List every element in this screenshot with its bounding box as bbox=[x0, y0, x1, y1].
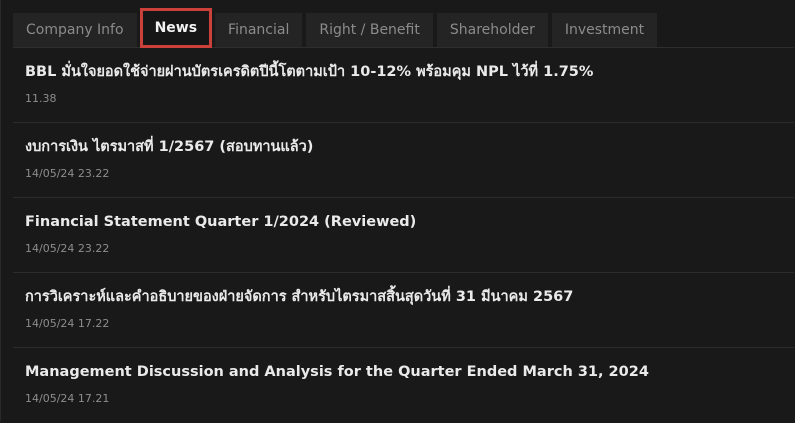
tab-bar: Company Info News Financial Right / Bene… bbox=[13, 8, 794, 48]
news-item[interactable]: BBL มั่นใจยอดใช้จ่ายผ่านบัตรเครดิตปีนี้โ… bbox=[13, 48, 794, 123]
news-timestamp: 14/05/24 23.22 bbox=[25, 167, 110, 180]
tab-investment[interactable]: Investment bbox=[551, 13, 658, 47]
tab-financial[interactable]: Financial bbox=[215, 13, 303, 47]
tab-news[interactable]: News bbox=[139, 8, 213, 48]
news-item[interactable]: Management Discussion and Analysis for t… bbox=[13, 348, 794, 423]
news-panel: Company Info News Financial Right / Bene… bbox=[0, 0, 795, 421]
news-headline[interactable]: การวิเคราะห์และคำอธิบายของฝ่ายจัดการ สำห… bbox=[25, 287, 794, 307]
news-headline[interactable]: Management Discussion and Analysis for t… bbox=[25, 362, 794, 382]
news-item[interactable]: งบการเงิน ไตรมาสที่ 1/2567 (สอบทานแล้ว) … bbox=[13, 123, 794, 198]
news-headline[interactable]: Financial Statement Quarter 1/2024 (Revi… bbox=[25, 212, 794, 232]
tab-shareholder[interactable]: Shareholder bbox=[436, 13, 548, 47]
news-headline[interactable]: งบการเงิน ไตรมาสที่ 1/2567 (สอบทานแล้ว) bbox=[25, 137, 794, 157]
news-headline[interactable]: BBL มั่นใจยอดใช้จ่ายผ่านบัตรเครดิตปีนี้โ… bbox=[25, 62, 794, 82]
tab-right-benefit[interactable]: Right / Benefit bbox=[306, 13, 433, 47]
news-timestamp: 11.38 bbox=[25, 92, 57, 105]
tab-company-info[interactable]: Company Info bbox=[13, 13, 137, 47]
news-list: BBL มั่นใจยอดใช้จ่ายผ่านบัตรเครดิตปีนี้โ… bbox=[13, 48, 794, 423]
news-timestamp: 14/05/24 17.22 bbox=[25, 317, 110, 330]
news-timestamp: 14/05/24 23.22 bbox=[25, 242, 110, 255]
news-item[interactable]: การวิเคราะห์และคำอธิบายของฝ่ายจัดการ สำห… bbox=[13, 273, 794, 348]
news-timestamp: 14/05/24 17.21 bbox=[25, 392, 110, 405]
news-item[interactable]: Financial Statement Quarter 1/2024 (Revi… bbox=[13, 198, 794, 273]
